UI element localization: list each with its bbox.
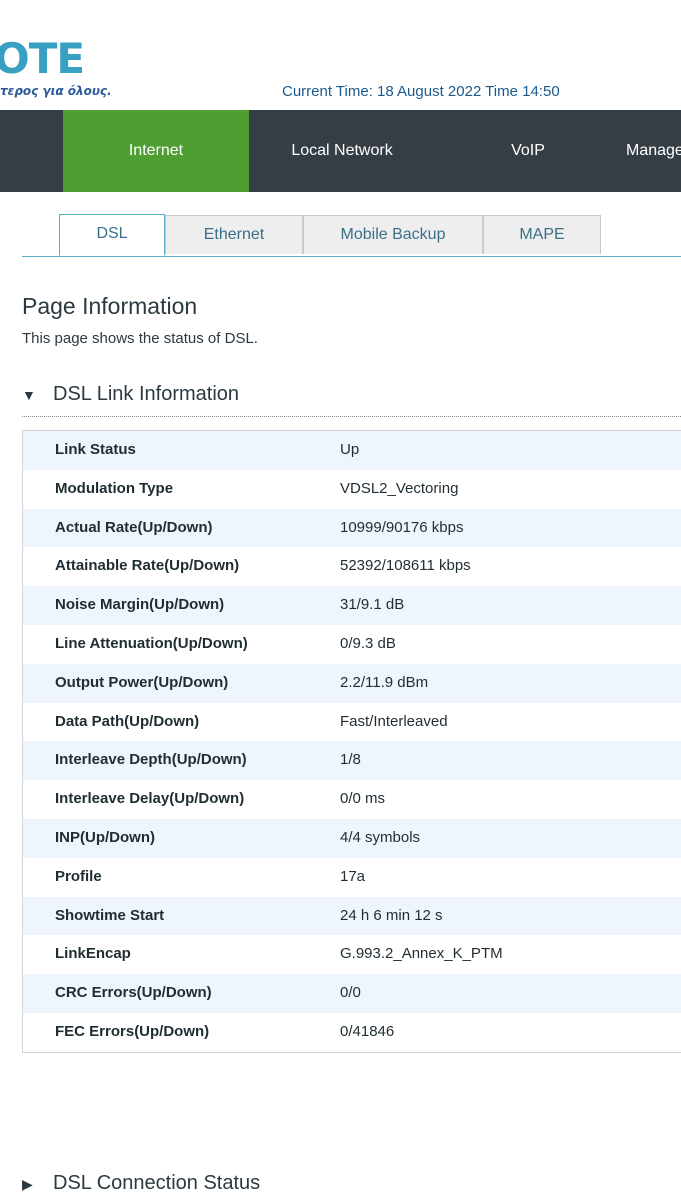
section-link-info-header[interactable]: ▼ DSL Link Information [22,383,239,406]
row-value: 0/0 [340,984,361,1002]
row-value: VDSL2_Vectoring [340,479,459,497]
row-label: Interleave Depth(Up/Down) [55,751,247,769]
table-row: Link Status Up [23,431,681,470]
tab-dsl[interactable]: DSL [59,214,165,256]
table-row: Data Path(Up/Down) Fast/Interleaved [23,702,681,742]
nav-item-internet[interactable]: Internet [63,110,249,192]
row-label: LinkEncap [55,945,131,963]
row-label: Actual Rate(Up/Down) [55,518,213,536]
row-label: Modulation Type [55,479,174,497]
table-row: LinkEncap G.993.2_Annex_K_PTM [23,935,681,975]
table-row: Profile 17a [23,857,681,897]
row-label: Output Power(Up/Down) [55,673,229,691]
logo-wordmark: OTE [0,34,85,83]
section-connection-status-header[interactable]: ▶ DSL Connection Status [22,1172,260,1195]
row-value: Fast/Interleaved [340,712,448,730]
row-label: Link Status [55,441,136,458]
row-value: 1/8 [340,751,361,769]
row-value: 0/0 ms [340,790,386,808]
triangle-right-icon: ▶ [22,1176,33,1192]
row-value: 24 h 6 min 12 s [340,906,443,924]
table-row: Actual Rate(Up/Down) 10999/90176 kbps [23,508,681,548]
row-value: Up [340,441,360,458]
row-label: Noise Margin(Up/Down) [55,596,225,614]
row-value: 31/9.1 dB [340,596,405,614]
section-title: DSL Connection Status [53,1172,261,1194]
nav-item-management[interactable]: Manage [621,110,681,192]
table-row: Interleave Delay(Up/Down) 0/0 ms [23,780,681,819]
table-row: Showtime Start 24 h 6 min 12 s [23,896,681,936]
triangle-down-icon: ▼ [22,387,36,403]
table-row: INP(Up/Down) 4/4 symbols [23,818,681,858]
row-label: Profile [55,867,102,885]
row-label: FEC Errors(Up/Down) [55,1022,210,1040]
row-value: 52392/108611 kbps [340,557,471,575]
tab-mape[interactable]: MAPE [483,215,601,254]
row-value: 0/9.3 dB [340,634,396,652]
table-row: Noise Margin(Up/Down) 31/9.1 dB [23,586,681,625]
table-row: Attainable Rate(Up/Down) 52392/108611 kbp… [23,547,681,587]
row-label: Data Path(Up/Down) [55,712,200,730]
table-row: Interleave Depth(Up/Down) 1/8 [23,741,681,781]
row-value: 2.2/11.9 dBm [340,673,429,691]
row-label: Attainable Rate(Up/Down) [55,557,240,575]
page-description: This page shows the status of DSL. [22,330,258,347]
logo-tagline: τερος για όλους. [0,84,112,98]
row-value: G.993.2_Annex_K_PTM [340,945,503,963]
table-row: Output Power(Up/Down) 2.2/11.9 dBm [23,663,681,703]
table-row: Line Attenuation(Up/Down) 0/9.3 dB [23,624,681,664]
row-label: Interleave Delay(Up/Down) [55,790,245,808]
brand-logo: OTE τερος για όλους. [0,30,112,102]
subtab-bar: DSL Ethernet Mobile Backup MAPE [22,214,681,257]
link-info-table: Link Status Up Modulation Type VDSL2_Vector… [22,430,681,1053]
row-label: CRC Errors(Up/Down) [55,984,212,1002]
page-title: Page Information [22,293,198,319]
row-value: 0/41846 [340,1022,395,1040]
tab-ethernet[interactable]: Ethernet [165,215,303,254]
row-value: 17a [340,867,366,885]
row-label: INP(Up/Down) [55,828,155,846]
section-title: DSL Link Information [53,383,240,405]
main-nav: Internet Local Network VoIP Manage [0,110,681,192]
row-label: Line Attenuation(Up/Down) [55,634,248,652]
table-row: CRC Errors(Up/Down) 0/0 [23,974,681,1013]
row-label: Showtime Start [55,906,165,924]
table-row: Modulation Type VDSL2_Vectoring [23,469,681,509]
current-time: Current Time: 18 August 2022 Time 14:50 [282,83,560,100]
tab-mobile-backup[interactable]: Mobile Backup [303,215,483,254]
section-divider [22,416,681,417]
nav-item-local-network[interactable]: Local Network [249,110,435,192]
nav-item-voip[interactable]: VoIP [435,110,621,192]
table-row: FEC Errors(Up/Down) 0/41846 [23,1012,681,1052]
row-value: 4/4 symbols [340,828,421,846]
row-value: 10999/90176 kbps [340,518,464,536]
